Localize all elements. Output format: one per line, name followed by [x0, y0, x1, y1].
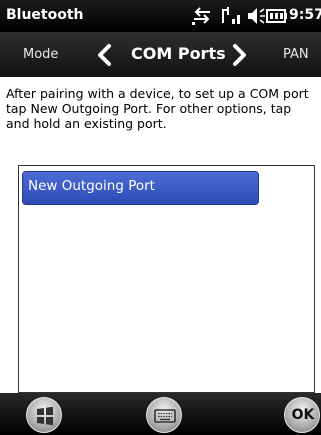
port-list[interactable]: New Outgoing Port	[18, 165, 315, 393]
volume-icon[interactable]	[246, 6, 266, 26]
ok-button[interactable]: OK	[284, 397, 320, 433]
chevron-right-icon[interactable]	[231, 43, 249, 67]
tab-com-ports[interactable]: COM Ports	[131, 44, 226, 63]
list-item-new-outgoing-port[interactable]: New Outgoing Port	[22, 171, 259, 205]
app-title: Bluetooth	[6, 7, 84, 23]
bottom-bar: OK	[0, 393, 321, 435]
tab-mode[interactable]: Mode	[23, 47, 58, 62]
ok-button-label: OK	[291, 407, 315, 423]
start-button[interactable]	[26, 397, 62, 433]
connectivity-icon[interactable]	[190, 6, 214, 26]
windows-start-icon	[37, 406, 53, 426]
keyboard-icon	[154, 409, 176, 423]
tab-pan[interactable]: PAN	[283, 47, 309, 62]
signal-icon[interactable]	[220, 6, 242, 26]
instructions-text: After pairing with a device, to set up a…	[6, 86, 309, 131]
battery-icon[interactable]	[266, 6, 288, 26]
clock-time[interactable]: 9:57	[289, 7, 321, 23]
chevron-left-icon[interactable]	[95, 43, 113, 67]
tab-bar: Mode COM Ports PAN	[0, 32, 321, 77]
status-bar: Bluetooth 9:57	[0, 0, 321, 32]
keyboard-button[interactable]	[146, 397, 182, 433]
